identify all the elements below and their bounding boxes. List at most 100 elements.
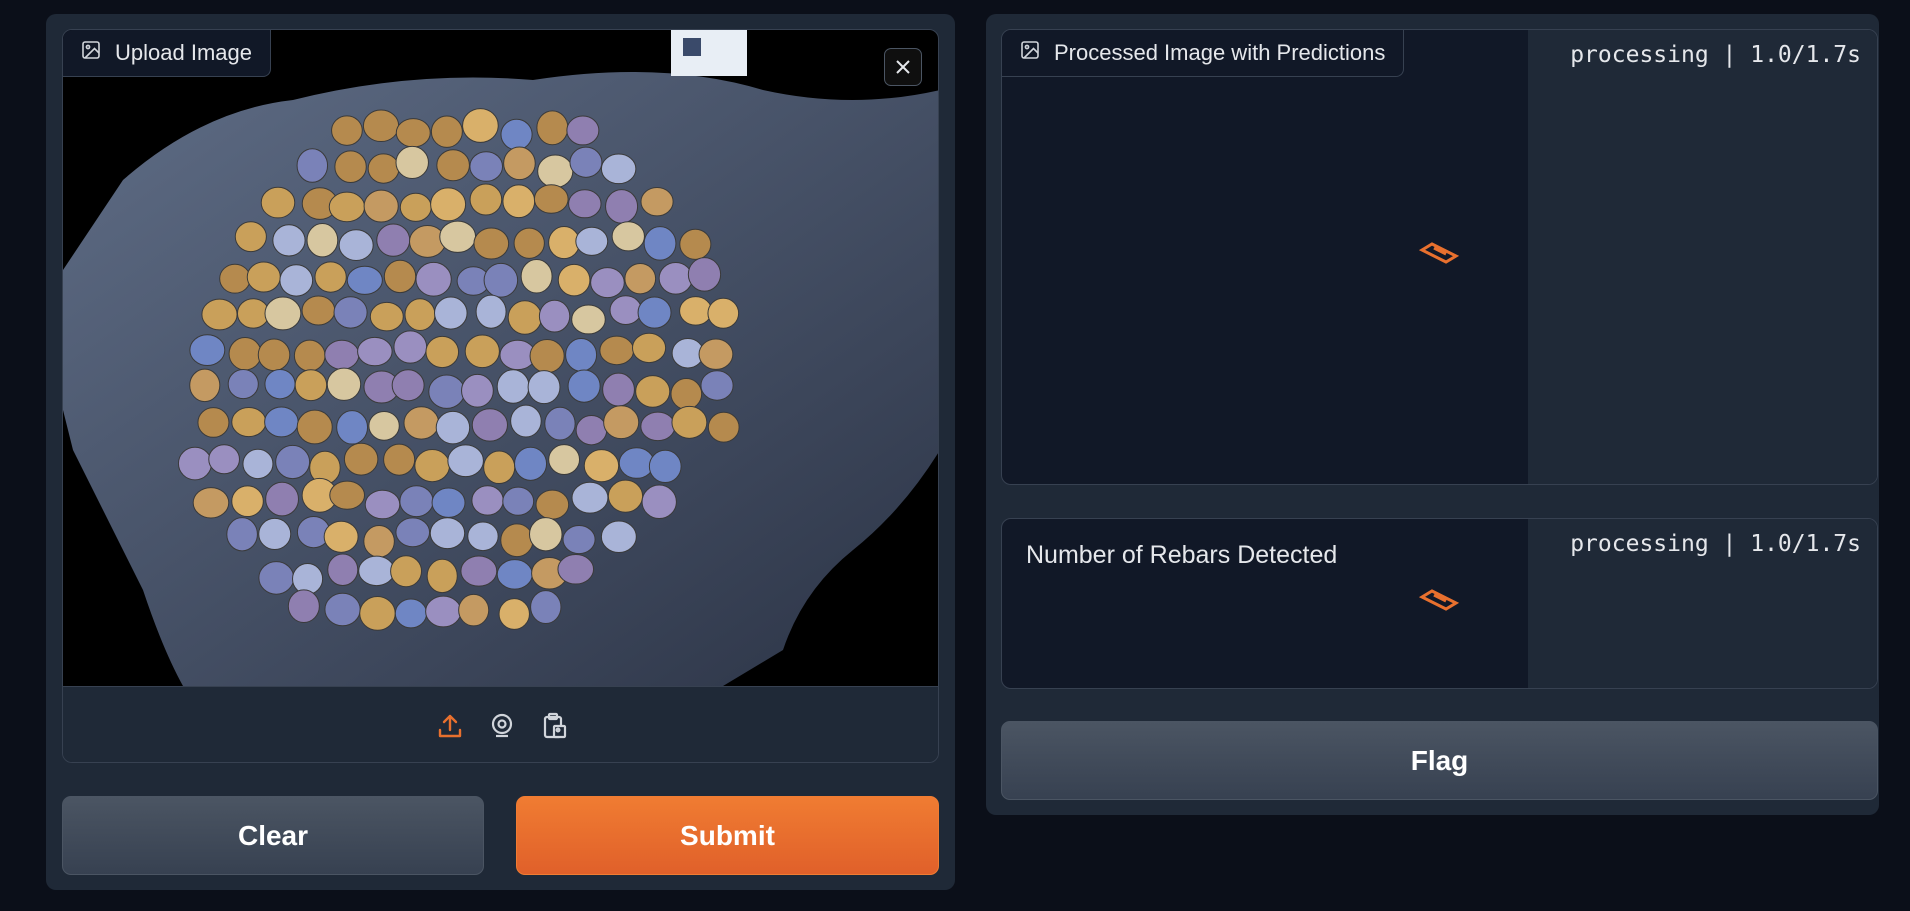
rebar-end xyxy=(607,479,644,513)
rebar-end xyxy=(502,486,535,516)
rebar-end xyxy=(368,410,400,441)
rebar-end xyxy=(425,335,460,369)
rebar-end xyxy=(189,368,221,403)
rebar-end xyxy=(336,410,369,445)
rebar-end xyxy=(566,115,600,146)
rebar-end xyxy=(367,153,400,184)
rebar-end xyxy=(231,485,264,518)
rebar-end xyxy=(306,223,339,258)
clipboard-icon[interactable] xyxy=(538,710,570,742)
rebar-end xyxy=(390,555,423,588)
rebar-end xyxy=(500,523,534,558)
rebar-end xyxy=(536,110,569,146)
rebar-end xyxy=(436,149,470,182)
rebar-end xyxy=(434,296,468,330)
submit-button[interactable]: Submit xyxy=(516,796,939,875)
rebar-end xyxy=(632,332,667,364)
rebar-end xyxy=(264,296,302,331)
rebar-end xyxy=(219,263,251,294)
rebar-end xyxy=(391,369,425,402)
upload-icon[interactable] xyxy=(434,710,466,742)
rebar-end xyxy=(700,370,734,401)
rebar-end xyxy=(301,295,336,326)
rebar-end xyxy=(234,221,267,253)
rebar-end xyxy=(414,449,451,483)
rebar-end xyxy=(358,555,395,587)
rebar-end xyxy=(548,444,581,475)
rebar-end xyxy=(469,183,503,216)
rebar-end xyxy=(333,296,368,329)
rebar-end xyxy=(535,489,570,520)
clear-button[interactable]: Clear xyxy=(62,796,484,875)
rebar-end xyxy=(208,444,240,475)
rebar-end xyxy=(383,443,416,476)
rebar-end xyxy=(605,189,639,224)
rebar-end xyxy=(530,590,562,625)
rebar-end xyxy=(363,189,399,223)
rebar-end xyxy=(362,109,400,143)
rebar-end xyxy=(679,296,713,326)
rebar-end xyxy=(600,520,637,553)
rebar-end xyxy=(520,258,553,294)
rebar-end xyxy=(618,447,655,479)
rebar-end xyxy=(707,411,740,443)
rebar-end xyxy=(265,481,299,517)
rebar-end xyxy=(527,370,561,405)
rebar-end xyxy=(431,487,466,518)
rebar-end xyxy=(326,367,362,401)
rebar-end xyxy=(496,559,533,590)
rebar-end xyxy=(226,517,258,552)
rebar-end xyxy=(575,226,609,256)
rebar-end xyxy=(513,227,545,259)
close-icon[interactable] xyxy=(884,48,922,86)
rebar-end xyxy=(428,374,466,409)
rebar-end xyxy=(473,227,510,260)
rebar-end xyxy=(435,410,471,445)
rebar-end xyxy=(404,298,436,331)
rebar-end xyxy=(324,339,360,370)
rebar-end xyxy=(357,336,393,367)
rebar-end xyxy=(467,521,499,552)
rebar-end xyxy=(507,300,543,335)
rebar-end xyxy=(258,561,295,595)
rebar-end xyxy=(201,298,238,331)
rebar-end xyxy=(429,517,466,550)
rebar-end xyxy=(533,184,569,214)
rebar-end xyxy=(571,481,609,514)
rebar-end xyxy=(514,446,548,481)
processed-image-label: Processed Image with Predictions xyxy=(1002,30,1405,77)
rebar-end xyxy=(399,485,434,518)
image-source-bar xyxy=(63,686,938,762)
uploaded-image[interactable] xyxy=(63,30,938,686)
rebar-end xyxy=(469,151,504,182)
rebar-end xyxy=(227,369,259,400)
rebar-end xyxy=(687,257,722,292)
rebar-end xyxy=(324,592,361,627)
rebar-end xyxy=(296,409,333,445)
rebar-end xyxy=(189,334,226,367)
rebar-end xyxy=(272,224,306,257)
rebar-end xyxy=(394,598,428,629)
webcam-icon[interactable] xyxy=(486,710,518,742)
rebar-end xyxy=(346,265,383,295)
rebar-end xyxy=(331,115,363,146)
processed-image-component: Processed Image with Predictions process… xyxy=(1001,29,1878,485)
rebar-end xyxy=(640,186,674,217)
rebar-end xyxy=(567,369,601,403)
rebar-end xyxy=(177,446,213,481)
rebar-end xyxy=(458,593,490,627)
rebar-end xyxy=(383,259,417,294)
pending-overlay xyxy=(1528,30,1877,484)
rebar-end xyxy=(275,444,311,480)
rebar-count-component: Number of Rebars Detected processing | 1… xyxy=(1001,518,1878,689)
flag-button[interactable]: Flag xyxy=(1001,721,1878,800)
rebar-end xyxy=(529,517,563,552)
rebar-end xyxy=(635,375,671,408)
rebar-end xyxy=(197,407,230,438)
rebar-end xyxy=(483,262,519,298)
rebar-end xyxy=(328,191,366,223)
rebar-end xyxy=(569,146,603,178)
rebar-end xyxy=(583,449,620,483)
rebar-end xyxy=(603,405,640,440)
rebar-end xyxy=(602,372,635,407)
